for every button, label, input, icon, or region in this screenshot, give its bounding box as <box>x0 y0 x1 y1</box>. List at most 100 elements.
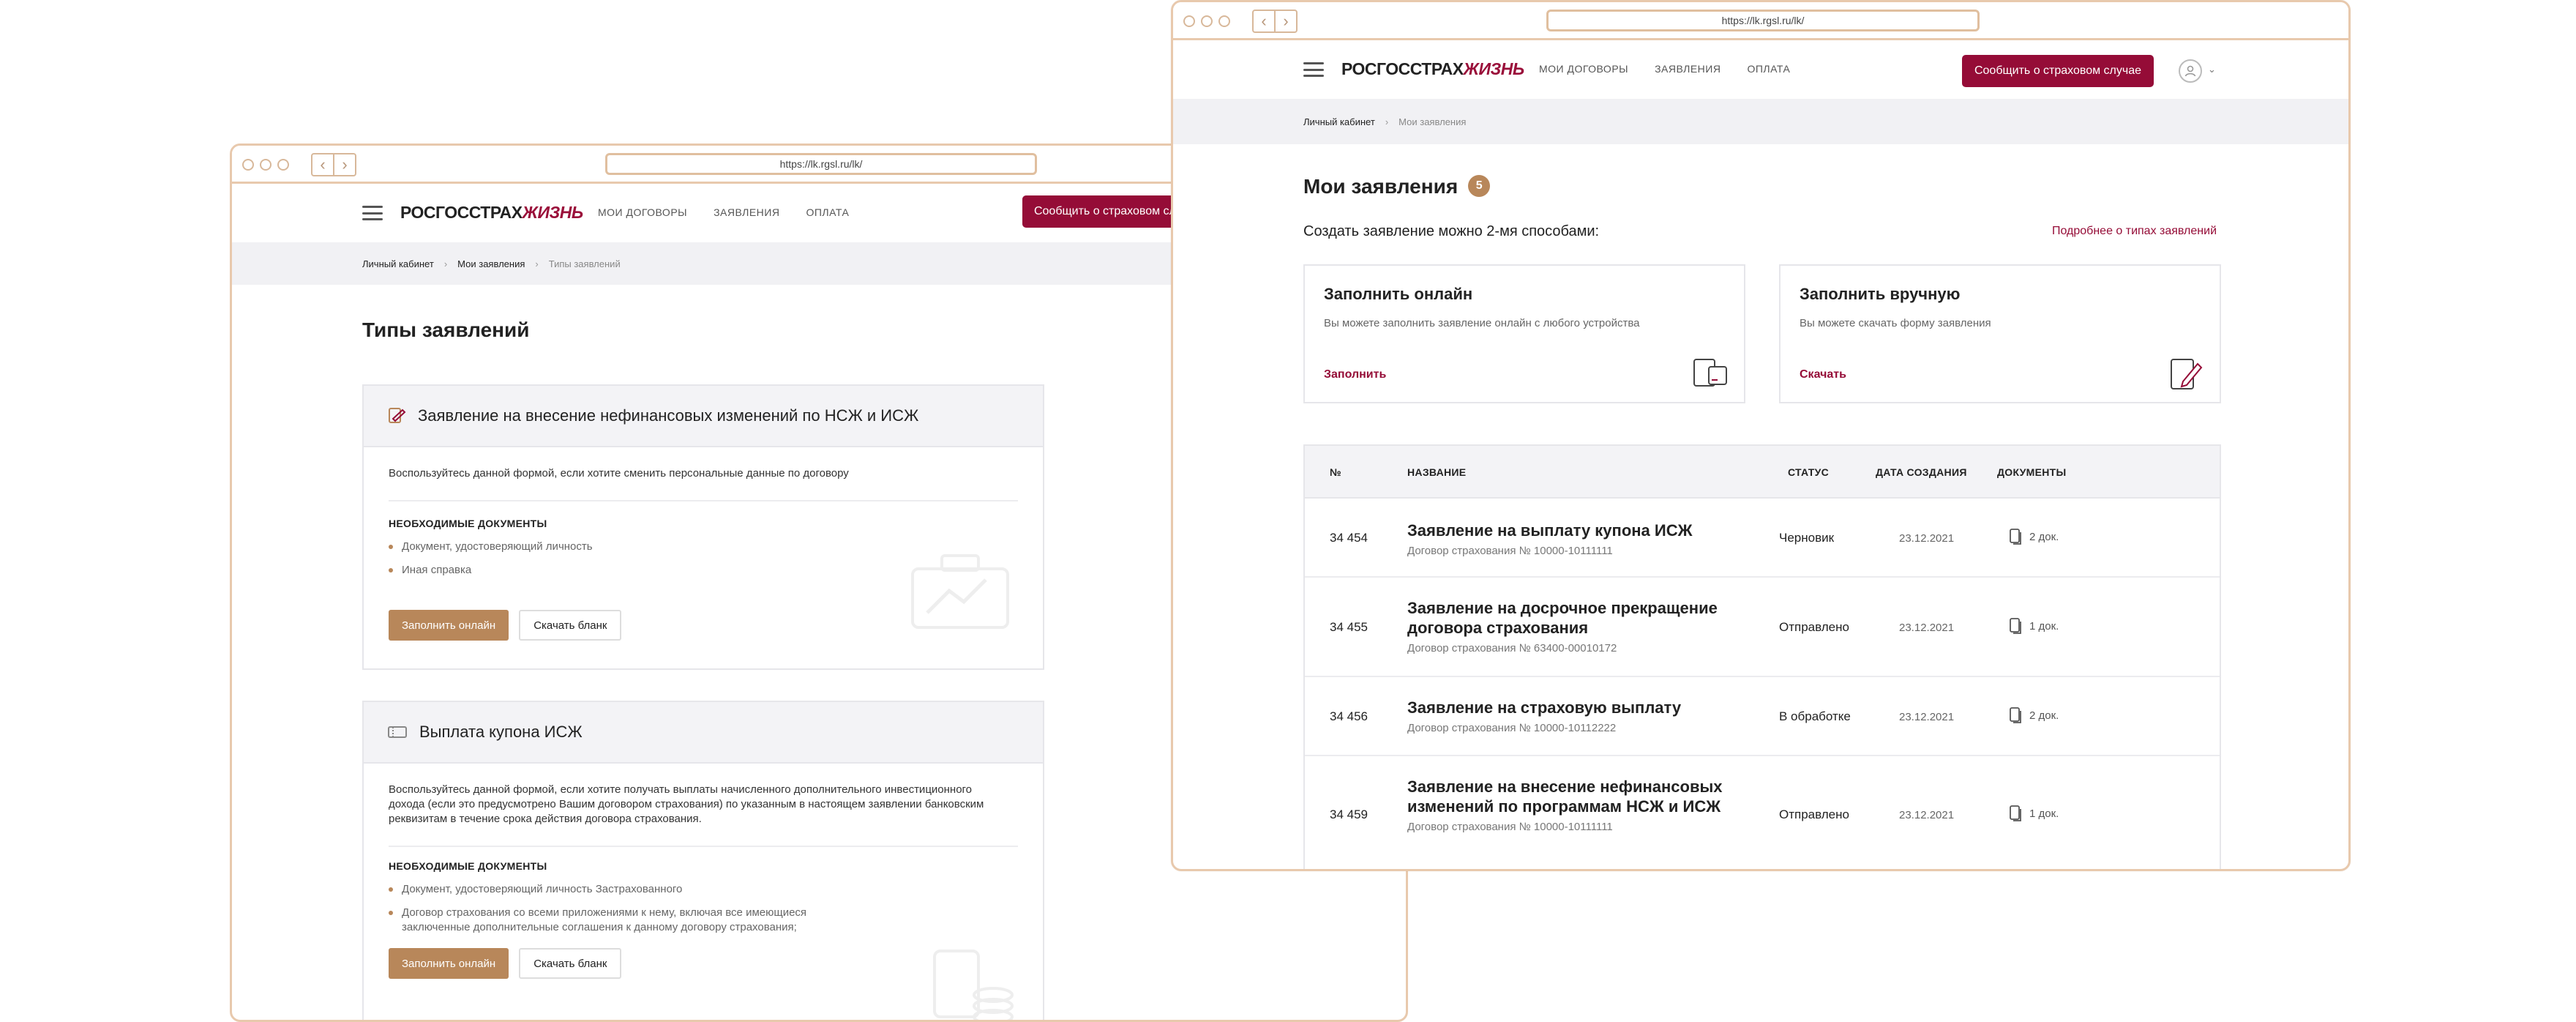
required-docs-title: НЕОБХОДИМЫЕ ДОКУМЕНТЫ <box>389 860 547 872</box>
application-name[interactable]: Заявление на страховую выплату <box>1407 698 1681 717</box>
contract-number: Договор страхования № 10000-10111111 <box>1407 545 1613 557</box>
table-row[interactable]: 34 455 Заявление на досрочное прекращени… <box>1305 578 2220 677</box>
row-documents[interactable]: 2 док. <box>2009 528 2059 545</box>
divider <box>389 846 1018 847</box>
row-documents[interactable]: 1 док. <box>2009 805 2059 822</box>
breadcrumb-separator-icon: › <box>535 258 539 269</box>
row-status: Черновик <box>1779 531 1835 545</box>
nav-payment[interactable]: ОПЛАТА <box>1747 63 1790 75</box>
col-number: № <box>1330 466 1341 478</box>
card-header: Заявление на внесение нефинансовых измен… <box>364 386 1043 447</box>
method-description: Вы можете скачать форму заявления <box>1800 317 1991 329</box>
table-row[interactable]: 34 454 Заявление на выплату купона ИСЖ Д… <box>1305 499 2220 578</box>
contract-number: Договор страхования № 10000-10111111 <box>1407 821 1613 833</box>
fill-online-button[interactable]: Заполнить онлайн <box>389 610 509 641</box>
fill-online-button[interactable]: Заполнить онлайн <box>389 948 509 979</box>
row-date: 23.12.2021 <box>1899 711 1955 723</box>
window-close-dot[interactable] <box>242 159 254 171</box>
col-created: ДАТА СОЗДАНИЯ <box>1876 466 1967 478</box>
breadcrumb-separator-icon: › <box>443 258 448 269</box>
back-arrow-icon[interactable]: ‹ <box>1254 11 1274 31</box>
download-form-button[interactable]: Скачать бланк <box>519 610 622 641</box>
breadcrumb-separator-icon: › <box>1385 116 1389 127</box>
page-title: Типы заявлений <box>362 318 530 341</box>
document-icon <box>2010 529 2021 545</box>
breadcrumb-applications[interactable]: Мои заявления <box>457 258 525 269</box>
document-icon <box>2010 707 2021 723</box>
download-link[interactable]: Скачать <box>1800 368 1846 381</box>
nav-payment[interactable]: ОПЛАТА <box>806 206 849 218</box>
divider <box>389 500 1018 501</box>
document-icon <box>2010 805 2021 821</box>
required-docs-list: Документ, удостоверяющий личность Застра… <box>389 882 857 935</box>
ticket-icon <box>387 725 408 739</box>
report-insurance-case-button[interactable]: Сообщить о страховом случае <box>1962 55 2154 87</box>
window-maximize-dot[interactable] <box>277 159 289 171</box>
application-name[interactable]: Заявление на внесение нефинансовых измен… <box>1407 777 1729 816</box>
breadcrumb: Личный кабинет › Мои заявления <box>1173 99 2348 144</box>
coupon-illustration-icon <box>933 950 1014 1020</box>
row-date: 23.12.2021 <box>1899 809 1955 821</box>
nav-my-contracts[interactable]: МОИ ДОГОВОРЫ <box>598 206 687 218</box>
table-row[interactable]: 34 456 Заявление на страховую выплату До… <box>1305 677 2220 756</box>
address-bar[interactable]: https://lk.rgsl.ru/lk/ <box>605 153 1037 175</box>
application-name[interactable]: Заявление на выплату купона ИСЖ <box>1407 521 1692 540</box>
row-number: 34 454 <box>1330 531 1368 545</box>
window-minimize-dot[interactable] <box>260 159 272 171</box>
menu-icon[interactable] <box>362 206 383 220</box>
main-nav: МОИ ДОГОВОРЫ ЗАЯВЛЕНИЯ ОПЛАТА <box>1539 63 1790 75</box>
row-number: 34 455 <box>1330 620 1368 634</box>
application-type-card: Выплата купона ИСЖ Воспользуйтесь данной… <box>362 701 1044 1020</box>
application-name[interactable]: Заявление на досрочное прекращение догов… <box>1407 598 1729 638</box>
contract-number: Договор страхования № 63400-00010172 <box>1407 642 1617 654</box>
logo[interactable]: РОСГОССТРАХЖИЗНЬ <box>400 203 583 223</box>
window-close-dot[interactable] <box>1183 15 1195 27</box>
fill-online-method-card[interactable]: Заполнить онлайн Вы можете заполнить зая… <box>1303 264 1745 403</box>
row-documents[interactable]: 1 док. <box>2009 617 2059 635</box>
window-minimize-dot[interactable] <box>1201 15 1213 27</box>
logo[interactable]: РОСГОССТРАХЖИЗНЬ <box>1341 59 1524 79</box>
user-avatar-icon[interactable] <box>2179 59 2202 83</box>
required-docs-title: НЕОБХОДИМЫЕ ДОКУМЕНТЫ <box>389 518 547 529</box>
devices-icon <box>1693 359 1727 387</box>
site-header: РОСГОССТРАХЖИЗНЬ МОИ ДОГОВОРЫ ЗАЯВЛЕНИЯ … <box>1173 40 2348 99</box>
nav-applications[interactable]: ЗАЯВЛЕНИЯ <box>1655 63 1721 75</box>
row-status: Отправлено <box>1779 620 1849 634</box>
contract-number: Договор страхования № 10000-10112222 <box>1407 722 1617 734</box>
row-number: 34 456 <box>1330 709 1368 723</box>
more-about-types-link[interactable]: Подробнее о типах заявлений <box>2052 225 2217 238</box>
nav-my-contracts[interactable]: МОИ ДОГОВОРЫ <box>1539 63 1628 75</box>
table-row[interactable]: 34 459 Заявление на внесение нефинансовы… <box>1305 756 2220 869</box>
breadcrumb-home[interactable]: Личный кабинет <box>1303 116 1375 127</box>
history-nav: ‹ › <box>1252 10 1298 33</box>
history-nav: ‹ › <box>311 153 356 176</box>
forward-arrow-icon[interactable]: › <box>333 154 355 175</box>
row-name-cell: Заявление на страховую выплату Договор с… <box>1407 698 1681 734</box>
col-status: СТАТУС <box>1788 466 1830 478</box>
breadcrumb-home[interactable]: Личный кабинет <box>362 258 434 269</box>
menu-icon[interactable] <box>1303 62 1324 77</box>
table-header: № НАЗВАНИЕ СТАТУС ДАТА СОЗДАНИЯ ДОКУМЕНТ… <box>1305 446 2220 499</box>
application-type-card: Заявление на внесение нефинансовых измен… <box>362 384 1044 670</box>
nav-applications[interactable]: ЗАЯВЛЕНИЯ <box>714 206 779 218</box>
back-arrow-icon[interactable]: ‹ <box>312 154 333 175</box>
row-documents[interactable]: 2 док. <box>2009 706 2059 724</box>
forward-arrow-icon[interactable]: › <box>1274 11 1296 31</box>
address-bar[interactable]: https://lk.rgsl.ru/lk/ <box>1546 10 1980 31</box>
row-date: 23.12.2021 <box>1899 532 1955 545</box>
card-title: Заявление на внесение нефинансовых измен… <box>418 406 919 425</box>
edit-document-icon <box>387 406 406 425</box>
fill-manually-method-card[interactable]: Заполнить вручную Вы можете скачать форм… <box>1779 264 2221 403</box>
method-title: Заполнить вручную <box>1800 285 1961 303</box>
fill-link[interactable]: Заполнить <box>1324 368 1386 381</box>
card-description: Воспользуйтесь данной формой, если хотит… <box>389 783 984 825</box>
download-form-button[interactable]: Скачать бланк <box>519 948 622 979</box>
window-maximize-dot[interactable] <box>1218 15 1230 27</box>
chevron-down-icon[interactable]: ⌄ <box>2208 64 2216 75</box>
card-header: Выплата купона ИСЖ <box>364 702 1043 764</box>
card-body: Воспользуйтесь данной формой, если хотит… <box>364 466 1043 641</box>
row-name-cell: Заявление на досрочное прекращение догов… <box>1407 598 1729 654</box>
briefcase-illustration-icon <box>911 554 1009 629</box>
row-status: В обработке <box>1779 709 1851 723</box>
required-doc-item: Договор страхования со всеми приложениям… <box>389 906 857 935</box>
